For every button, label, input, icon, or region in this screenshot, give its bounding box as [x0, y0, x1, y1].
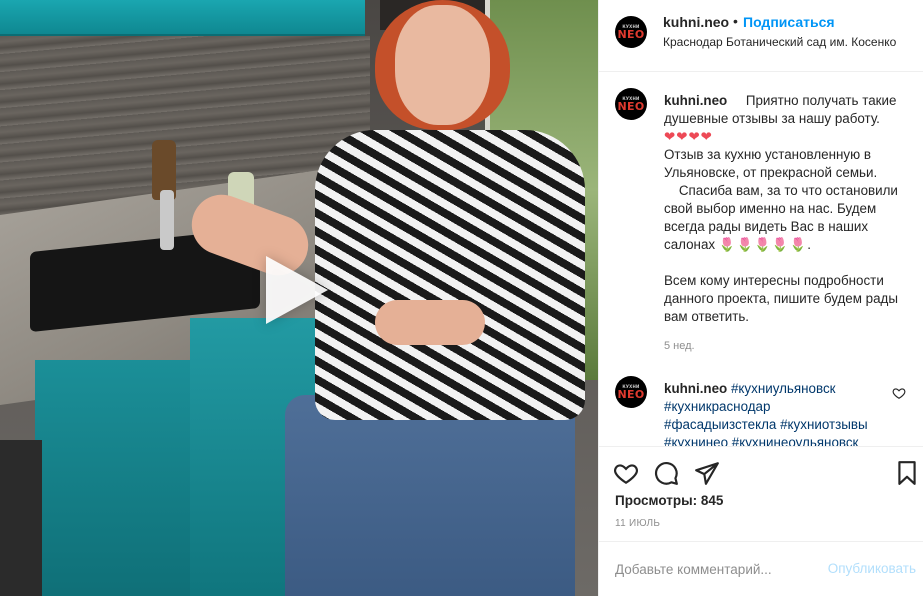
caption-time[interactable]: 5 нед.	[664, 340, 695, 352]
kitchen-upper-cabinet	[0, 0, 365, 36]
username-link[interactable]: kuhni.neo	[664, 381, 727, 396]
person-hand	[375, 300, 485, 345]
comment-text: kuhni.neo #кухниульяновск #кухникраснода…	[664, 380, 904, 446]
hashtag-link[interactable]: #кухнинеоульяновск	[732, 435, 859, 446]
publish-button[interactable]: Опубликовать	[828, 561, 916, 576]
hashtag-link[interactable]: #фасадыизстекла	[664, 417, 776, 432]
hashtag-link[interactable]: #кухнинео	[664, 435, 728, 446]
comments-list[interactable]: КУХНИ NEO kuhni.neo Приятно получать так…	[599, 72, 923, 446]
separator-dot: •	[733, 13, 738, 29]
hashtag-link[interactable]: #кухникраснодар	[664, 399, 770, 414]
avatar[interactable]: КУХНИ NEO	[615, 88, 647, 120]
post-date[interactable]: 11 ИЮЛЬ	[615, 518, 660, 529]
bookmark-icon[interactable]	[894, 460, 920, 486]
username-link[interactable]: kuhni.neo	[663, 14, 729, 30]
comment-icon[interactable]	[653, 460, 679, 486]
avatar[interactable]: КУХНИ NEO	[615, 16, 647, 48]
play-icon[interactable]	[266, 256, 328, 324]
add-comment-bar: Опубликовать	[599, 541, 923, 596]
views-count: Просмотры: 845	[615, 493, 724, 508]
caption-line: Всем кому интересны подробности данного …	[664, 273, 898, 324]
username-link[interactable]: kuhni.neo	[664, 93, 727, 108]
avatar-logo-text: NEO	[617, 100, 645, 113]
post-actions: Просмотры: 845 11 ИЮЛЬ Опубликовать	[599, 446, 923, 596]
hearts-emoji: ❤❤❤❤	[664, 129, 713, 144]
hashtag-link[interactable]: #кухниульяновск	[731, 381, 836, 396]
tulips-emoji: 🌷🌷🌷🌷🌷	[718, 237, 808, 252]
caption-line: Отзыв за кухню установленную в Ульяновск…	[664, 147, 878, 180]
post-header: КУХНИ NEO kuhni.neo • Подписаться Красно…	[599, 0, 923, 72]
follow-button[interactable]: Подписаться	[743, 14, 835, 30]
post-sidebar: КУХНИ NEO kuhni.neo • Подписаться Красно…	[598, 0, 923, 596]
caption-line-end: .	[807, 237, 811, 252]
caption-text: kuhni.neo Приятно получать такие душевны…	[664, 92, 904, 326]
share-icon[interactable]	[694, 460, 720, 486]
hashtag-link[interactable]: #кухниотзывы	[780, 417, 868, 432]
person-shirt	[315, 130, 585, 420]
heart-icon[interactable]	[892, 386, 906, 400]
oven	[0, 440, 42, 596]
location-link[interactable]: Краснодар Ботанический сад им. Косенко	[663, 35, 896, 49]
person-face	[395, 5, 490, 125]
avatar[interactable]: КУХНИ NEO	[615, 376, 647, 408]
avatar-logo-text: NEO	[617, 28, 645, 41]
heart-icon[interactable]	[613, 460, 639, 486]
video-player[interactable]	[0, 0, 598, 596]
kitchen-tap	[160, 190, 174, 250]
comment-input[interactable]	[615, 562, 815, 577]
person-jeans	[285, 395, 575, 596]
avatar-logo-text: NEO	[617, 388, 645, 401]
